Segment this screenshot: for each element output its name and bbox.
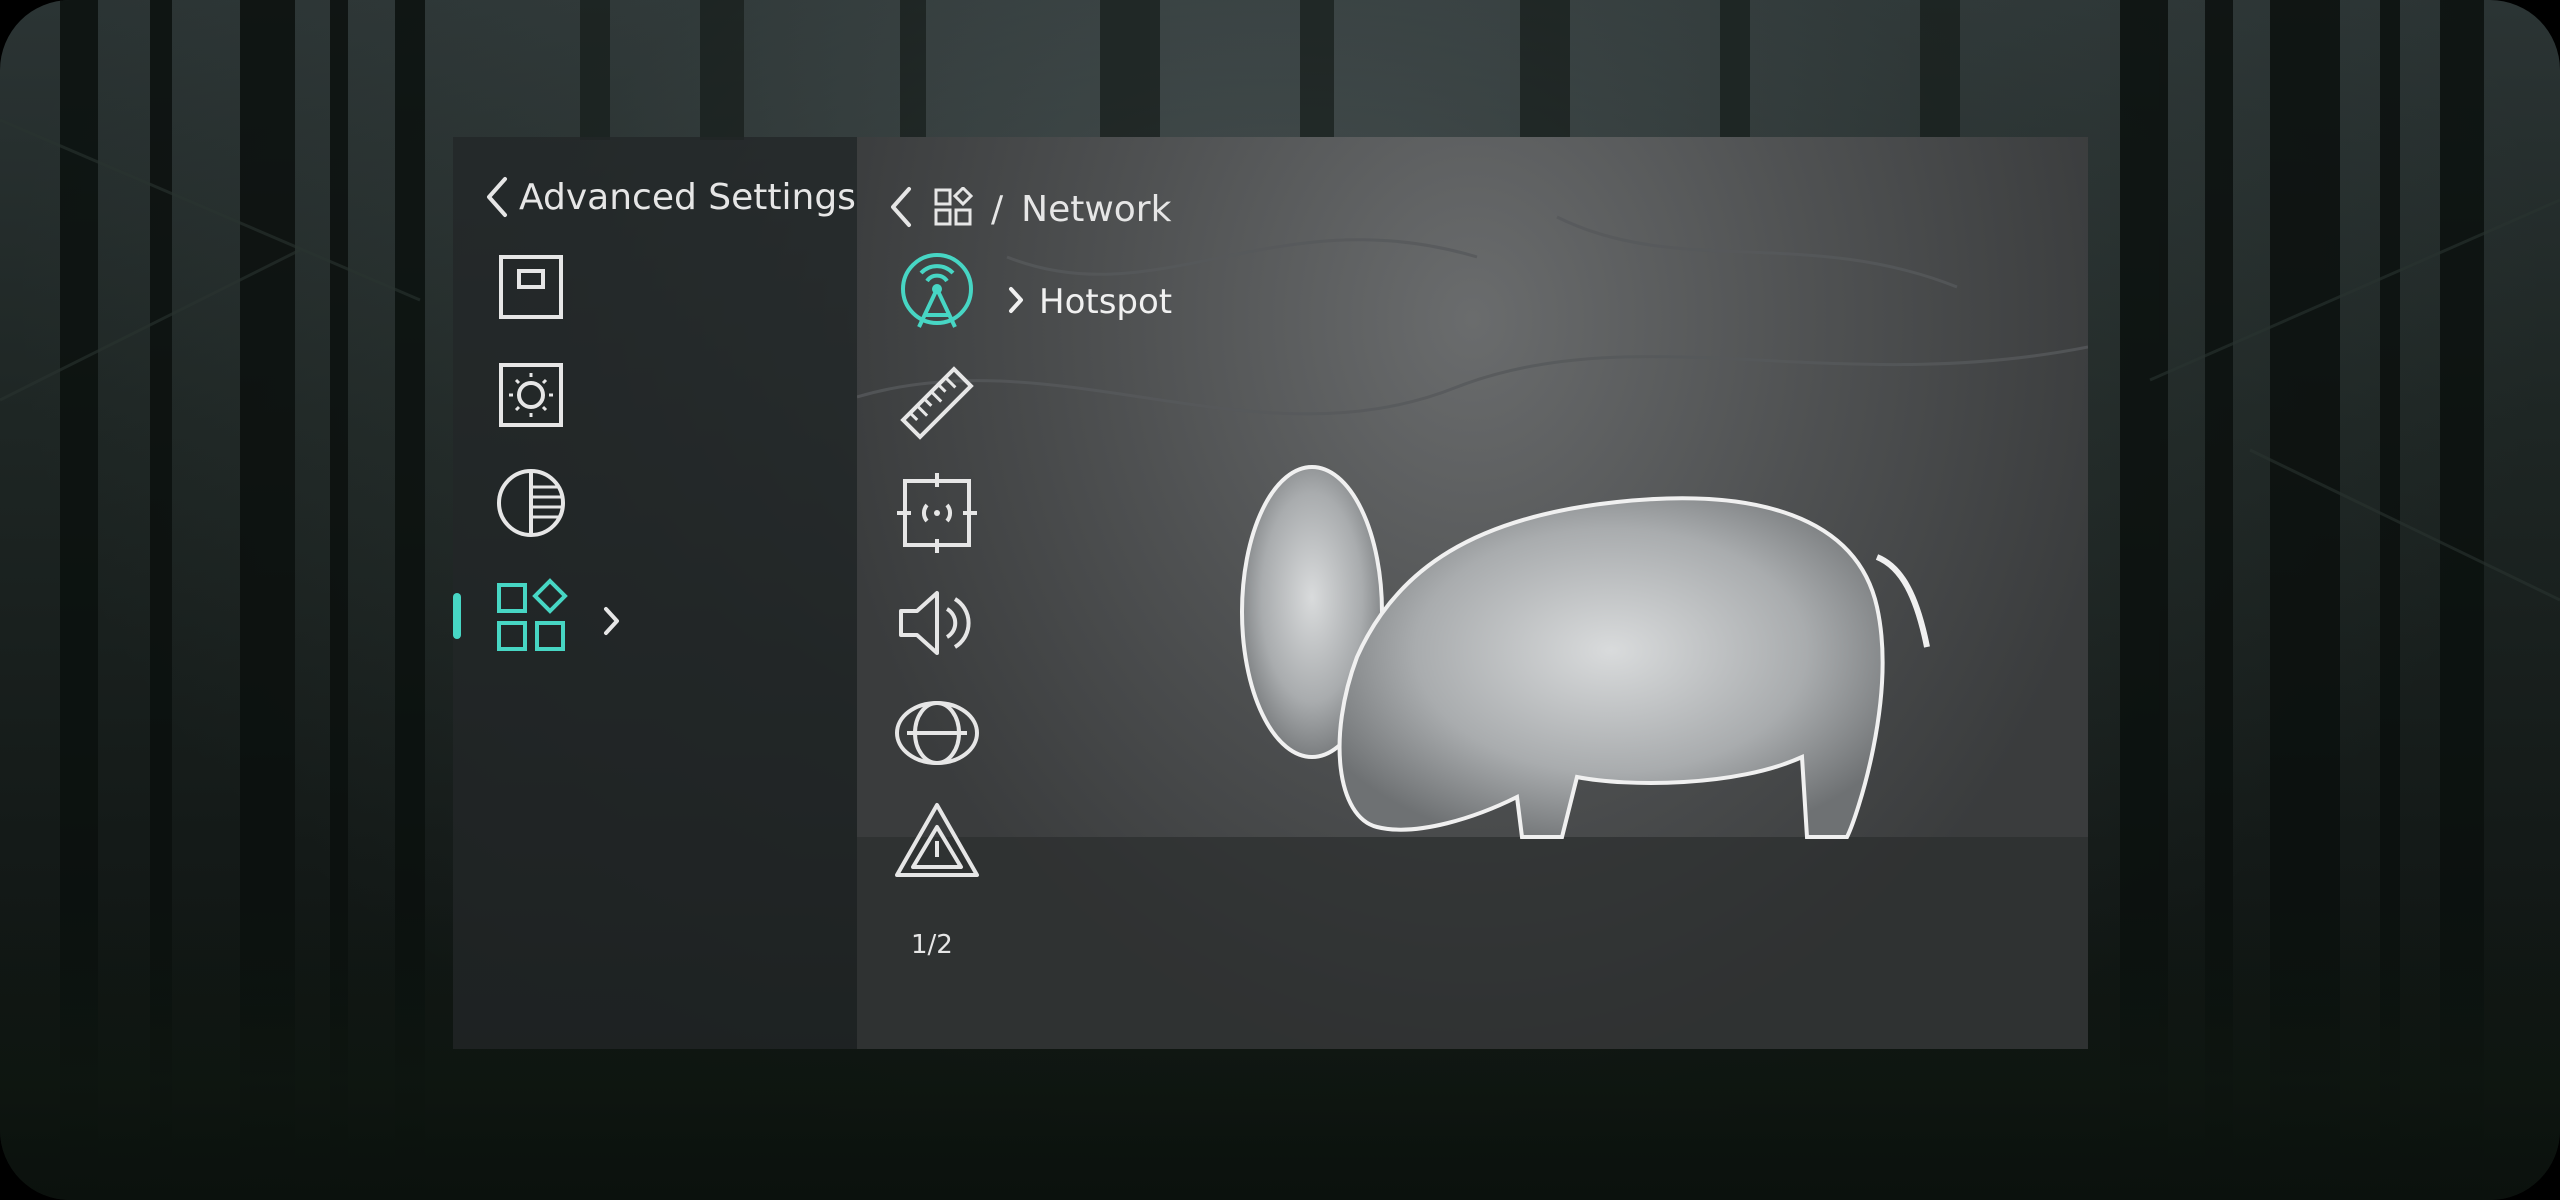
advanced-settings-header: Advanced Settings [483,167,856,227]
network-header: / Network [887,185,1171,233]
active-indicator [453,593,461,639]
network-title: Network [1021,188,1172,230]
breadcrumb-function-settings-icon[interactable] [933,185,974,231]
brightness-icon [499,363,563,427]
back-chevron-icon[interactable] [483,175,511,219]
network-panel: / Network Hotspot 1/2 [857,137,2088,1049]
menu-item-contrast[interactable] [491,463,571,543]
hotspot-label: Hotspot [1039,282,1173,322]
globe-icon [895,701,979,765]
chevron-right-icon [1007,285,1025,319]
advanced-settings-panel: Advanced Settings [453,137,858,1049]
menu-item-brightness[interactable] [491,355,571,435]
advanced-settings-title: Advanced Settings [519,176,856,218]
menu-item-ruler[interactable] [891,357,983,449]
back-chevron-icon[interactable] [887,185,915,233]
page-indicator: 1/2 [911,930,953,960]
menu-item-sound[interactable] [891,577,983,669]
breadcrumb-separator: / [991,188,1004,230]
menu-item-target[interactable] [891,467,983,559]
warning-icon [895,803,979,877]
hotspot-icon [901,253,973,328]
thermal-scene [857,215,2088,1049]
target-focus-icon [897,473,977,553]
display-frame-icon [499,255,563,319]
contrast-icon [497,469,565,537]
ruler-icon [900,366,974,440]
chevron-right-icon [601,604,623,642]
speaker-icon [899,591,971,655]
menu-item-warning[interactable] [891,797,983,889]
menu-item-display[interactable] [491,247,571,327]
thermal-image [857,137,2088,1049]
menu-item-function-settings[interactable] [491,577,571,657]
function-settings-icon [497,578,568,651]
submenu-hotspot[interactable]: Hotspot [1007,282,1172,322]
menu-item-hotspot[interactable] [891,249,983,341]
menu-item-globe[interactable] [891,687,983,779]
